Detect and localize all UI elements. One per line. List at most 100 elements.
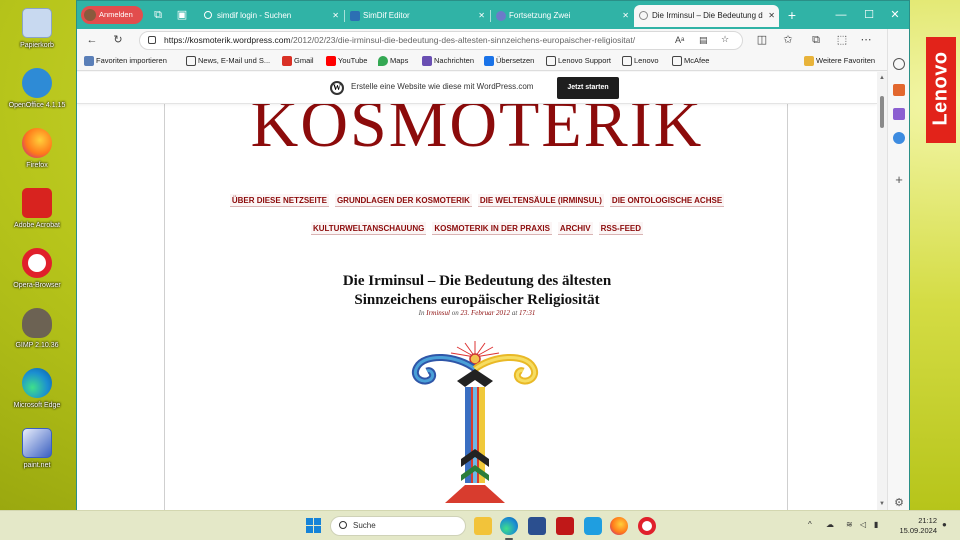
irminsul-chevron-top <box>457 369 493 387</box>
tab-simdif-editor[interactable]: SimDif Editor ✕ <box>345 5 489 27</box>
taskbar-edge-icon[interactable] <box>500 517 518 540</box>
onedrive-icon[interactable]: ☁ <box>826 520 834 529</box>
meta-date-link[interactable]: 23. Februar 2012 <box>460 309 510 317</box>
store-icon[interactable] <box>528 517 546 535</box>
desktop-icon-recycle-bin[interactable]: Papierkorb <box>4 4 70 60</box>
favorite-label: Maps <box>390 56 409 65</box>
collections-icon[interactable]: ⧉ <box>807 32 825 48</box>
tray-overflow-icon[interactable]: ^ <box>808 520 812 529</box>
notifications-icon[interactable]: ● <box>942 520 947 529</box>
mcafee-icon[interactable] <box>556 517 574 535</box>
favorite-lenovo[interactable]: Lenovo <box>621 54 659 68</box>
desktop-icon-label: Papierkorb <box>20 42 54 49</box>
more-menu-icon[interactable]: ⋯ <box>857 32 875 48</box>
battery-icon[interactable]: ▮ <box>874 520 878 529</box>
close-icon[interactable]: ✕ <box>622 5 629 27</box>
taskbar-clock[interactable]: 21:12 15.09.2024 <box>893 516 937 536</box>
favorite-star-icon[interactable]: ☆ <box>721 34 729 45</box>
taskbar-opera-icon[interactable] <box>638 517 656 535</box>
taskbar: Suche ^ ☁ ≋ ◁ ▮ 21:12 15.09.2024 ● <box>0 510 960 540</box>
gmail-icon <box>282 56 292 66</box>
tab-title: simdif login - Suchen <box>217 11 292 20</box>
nav-link-praxis[interactable]: KOSMOTERIK IN DER PRAXIS <box>432 222 552 235</box>
split-screen-icon[interactable]: ◫ <box>753 32 771 48</box>
sidebar-add-icon[interactable]: + <box>893 173 905 186</box>
wordpress-banner-text[interactable]: Erstelle eine Website wie diese mit Word… <box>351 82 533 91</box>
workspaces-icon[interactable]: ⧉ <box>147 6 169 24</box>
irminsul-base <box>445 485 505 503</box>
post-title-line: Die Irminsul – Die Bedeutung des älteste… <box>342 273 612 289</box>
edge-icon <box>22 368 52 398</box>
search-icon <box>204 11 212 19</box>
wordpress-banner: W Erstelle eine Website wie diese mit Wo… <box>77 72 877 104</box>
favorite-mcafee[interactable]: McAfee <box>671 54 709 68</box>
nav-link-ueber[interactable]: ÜBER DIESE NETZSEITE <box>229 194 329 207</box>
scroll-thumb[interactable] <box>880 96 884 128</box>
favorite-label: Gmail <box>294 56 314 65</box>
desktop-icon-firefox[interactable]: Firefox <box>4 124 70 180</box>
address-bar[interactable]: https://kosmoterik.wordpress.com/2012/02… <box>139 31 743 50</box>
meta-category-link[interactable]: Irminsul <box>426 309 450 317</box>
favorite-news[interactable]: News, E-Mail und S... <box>185 54 270 68</box>
nav-link-weltensaeule[interactable]: DIE WELTENSÄULE (IRMINSUL) <box>477 194 604 207</box>
nav-link-kulturweltanschauung[interactable]: KULTURWELTANSCHAUUNG <box>310 222 427 235</box>
favorite-youtube[interactable]: YouTube <box>325 54 367 68</box>
sidebar-games-icon[interactable] <box>893 108 905 120</box>
profile-button[interactable]: Anmelden <box>81 6 143 24</box>
desktop-icon-openoffice[interactable]: OpenOffice 4.1.15 <box>4 64 70 120</box>
nav-link-grundlagen[interactable]: GRUNDLAGEN DER KOSMOTERIK <box>334 194 472 207</box>
tab-actions-icon[interactable]: ▣ <box>171 6 193 24</box>
read-aloud-icon[interactable]: Aᵃ <box>675 35 684 45</box>
favorite-lenovo-support[interactable]: Lenovo Support <box>545 54 611 68</box>
volume-icon[interactable]: ◁ <box>860 520 866 529</box>
sidebar-office-icon[interactable] <box>893 132 905 144</box>
desktop-icon-edge[interactable]: Microsoft Edge <box>4 364 70 420</box>
taskbar-search-box[interactable]: Suche <box>330 516 466 536</box>
nav-link-ontologische-achse[interactable]: DIE ONTOLOGISCHE ACHSE <box>609 194 725 207</box>
scroll-up-icon[interactable]: ▲ <box>878 74 886 82</box>
get-started-button[interactable]: Jetzt starten <box>557 77 619 99</box>
refresh-icon[interactable]: ↻ <box>109 32 127 48</box>
minimize-button[interactable]: — <box>829 6 853 24</box>
favorites-icon[interactable]: ✩ <box>779 32 797 48</box>
favorite-nachrichten[interactable]: Nachrichten <box>421 54 474 68</box>
page-scrollbar[interactable]: ▲ ▼ <box>877 72 887 510</box>
sidebar-settings-icon[interactable]: ⚙ <box>893 497 905 509</box>
desktop-icon-paintnet[interactable]: paint.net <box>4 424 70 480</box>
nav-link-rss[interactable]: RSS-FEED <box>598 222 644 235</box>
tab-simdif-search[interactable]: simdif login - Suchen ✕ <box>199 5 343 27</box>
wifi-icon[interactable]: ≋ <box>846 520 853 529</box>
desktop-icon-acrobat[interactable]: Adobe Acrobat <box>4 184 70 240</box>
post-title[interactable]: Die Irminsul – Die Bedeutung des älteste… <box>165 272 789 310</box>
nav-link-archiv[interactable]: ARCHIV <box>557 222 593 235</box>
favorite-label: News, E-Mail und S... <box>198 56 271 65</box>
file-explorer-icon[interactable] <box>474 517 492 535</box>
sidebar-search-icon[interactable] <box>893 58 905 70</box>
favorite-maps[interactable]: Maps <box>377 54 408 68</box>
tab-title: SimDif Editor <box>363 11 410 20</box>
favorite-import[interactable]: Favoriten importieren <box>83 54 167 68</box>
close-icon[interactable]: ✕ <box>332 5 339 27</box>
window-close-button[interactable]: ✕ <box>883 6 907 24</box>
taskbar-firefox-icon[interactable] <box>610 517 628 535</box>
favorite-uebersetzen[interactable]: Übersetzen <box>483 54 534 68</box>
maximize-button[interactable]: ☐ <box>857 6 881 24</box>
favorite-more[interactable]: Weitere Favoriten <box>803 54 875 68</box>
new-tab-button[interactable]: + <box>781 6 803 24</box>
back-icon[interactable]: ← <box>83 32 101 48</box>
close-icon[interactable]: ✕ <box>478 5 485 27</box>
desktop-icon-gimp[interactable]: GIMP 2.10.36 <box>4 304 70 360</box>
tab-irminsul[interactable]: Die Irminsul – Die Bedeutung d ✕ <box>634 5 779 27</box>
favorite-gmail[interactable]: Gmail <box>281 54 314 68</box>
lenovo-vantage-icon[interactable] <box>584 517 602 535</box>
sidebar-shopping-icon[interactable] <box>893 84 905 96</box>
desktop-icon-opera[interactable]: Opera-Browser <box>4 244 70 300</box>
news-icon <box>186 56 196 66</box>
scroll-down-icon[interactable]: ▼ <box>878 500 886 508</box>
close-icon[interactable]: ✕ <box>768 5 775 27</box>
favorite-label: McAfee <box>684 56 710 65</box>
tab-fortsetzung[interactable]: Fortsetzung Zwei ✕ <box>491 5 633 27</box>
immersive-reader-icon[interactable]: ▤ <box>699 35 708 46</box>
downloads-icon[interactable]: ⬚ <box>833 32 851 48</box>
windows-start-icon[interactable] <box>306 518 322 534</box>
